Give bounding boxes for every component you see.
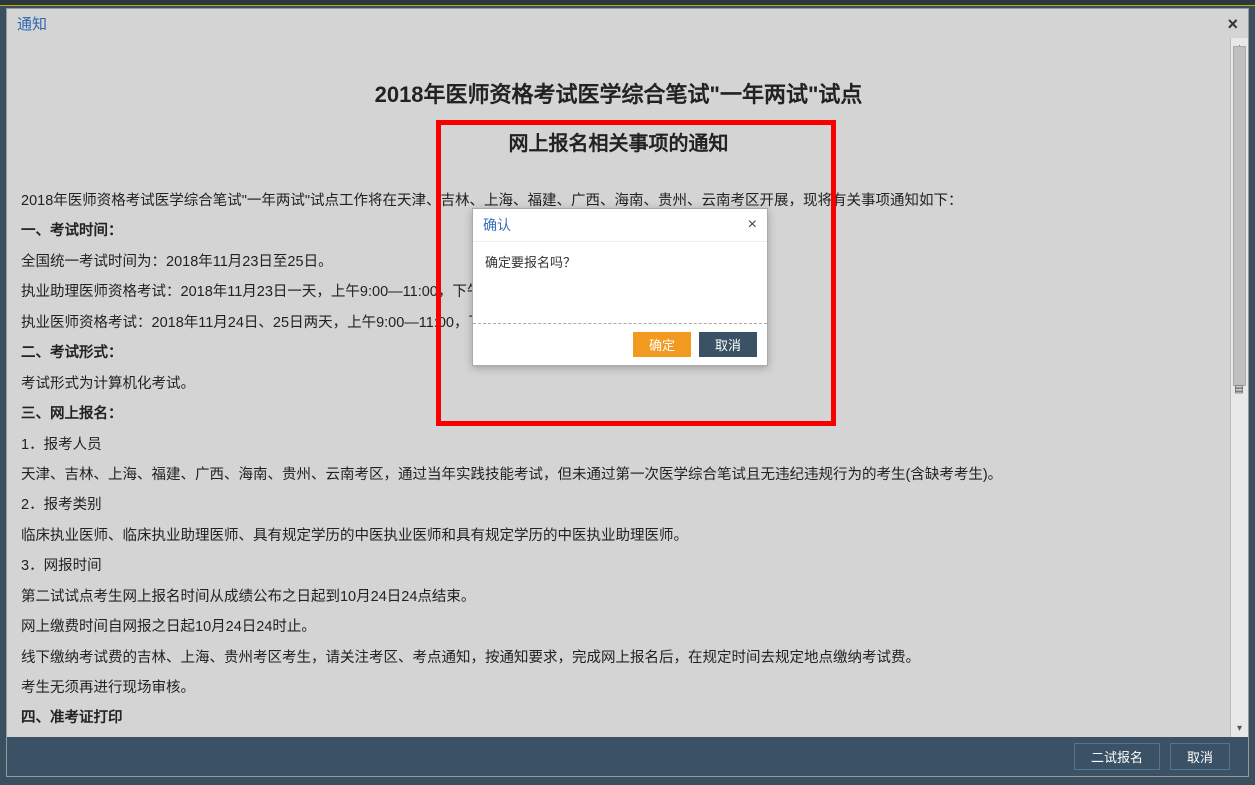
document-paragraph: 考试形式为计算机化考试。 [21, 369, 1216, 399]
scrollbar-mark-icon: ▤ [1230, 383, 1248, 395]
document-title: 2018年医师资格考试医学综合笔试"一年两试"试点 [21, 78, 1216, 111]
confirm-cancel-button[interactable]: 取消 [699, 332, 757, 357]
confirm-dialog-footer: 确定 取消 [473, 323, 767, 365]
notice-modal-title: 通知 [17, 13, 47, 34]
document-paragraph: 四、准考证打印 [21, 703, 1216, 733]
close-icon[interactable]: × [1227, 17, 1238, 31]
scrollbar-thumb[interactable] [1233, 46, 1246, 386]
document-paragraph: 线下缴纳考试费的吉林、上海、贵州考区考生，请关注考区、考点通知，按通知要求，完成… [21, 643, 1216, 673]
document-paragraph: 第二试试点考生网上报名时间从成绩公布之日起到10月24日24点结束。 [21, 582, 1216, 612]
document-paragraph: 2．报考类别 [21, 490, 1216, 520]
document-paragraph: 天津、吉林、上海、福建、广西、海南、贵州、云南考区，通过当年实践技能考试，但未通… [21, 460, 1216, 490]
document-paragraph: 网上缴费时间自网报之日起10月24日24时止。 [21, 612, 1216, 642]
notice-modal: 通知 × 2018年医师资格考试医学综合笔试"一年两试"试点 网上报名相关事项的… [6, 8, 1249, 777]
notice-cancel-button[interactable]: 取消 [1170, 743, 1230, 770]
page-header-stub [0, 0, 1255, 6]
close-icon[interactable]: × [748, 219, 757, 231]
document-paragraph: 临床执业医师、临床执业助理医师、具有规定学历的中医执业医师和具有规定学历的中医执… [21, 521, 1216, 551]
document-subtitle: 网上报名相关事项的通知 [21, 127, 1216, 156]
document-paragraph: 考生无须再进行现场审核。 [21, 673, 1216, 703]
notice-modal-footer: 二试报名 取消 [7, 737, 1248, 776]
document-paragraph: 3．网报时间 [21, 551, 1216, 581]
document-paragraph: 三、网上报名： [21, 399, 1216, 429]
second-exam-register-button[interactable]: 二试报名 [1074, 743, 1160, 770]
notice-modal-titlebar: 通知 × [7, 9, 1248, 38]
document-paragraph: 1．报考人员 [21, 430, 1216, 460]
notice-modal-content: 2018年医师资格考试医学综合笔试"一年两试"试点 网上报名相关事项的通知 20… [7, 38, 1248, 737]
vertical-scrollbar[interactable]: ▴ ▤ ▾ [1230, 38, 1248, 737]
confirm-dialog-title: 确认 [483, 215, 511, 235]
confirm-dialog-titlebar: 确认 × [473, 209, 767, 242]
confirm-ok-button[interactable]: 确定 [633, 332, 691, 357]
scroll-down-icon[interactable]: ▾ [1231, 719, 1248, 737]
notice-scroll-area: 2018年医师资格考试医学综合笔试"一年两试"试点 网上报名相关事项的通知 20… [7, 38, 1230, 737]
confirm-dialog-message: 确定要报名吗？ [473, 242, 767, 323]
confirm-dialog: 确认 × 确定要报名吗？ 确定 取消 [472, 208, 768, 366]
